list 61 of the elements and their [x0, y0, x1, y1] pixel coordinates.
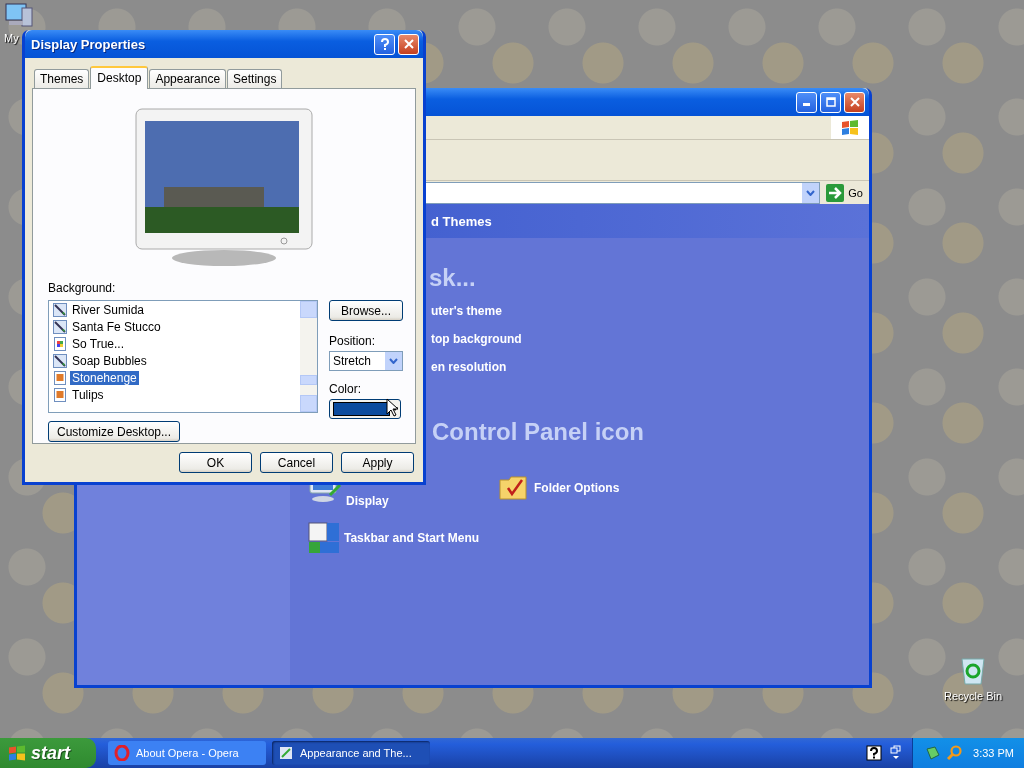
scrollbar[interactable]	[300, 301, 317, 412]
brush-icon	[53, 320, 67, 334]
image-icon	[53, 388, 67, 402]
list-item[interactable]: River Sumida	[70, 303, 147, 317]
position-label: Position:	[329, 334, 377, 348]
close-icon	[403, 39, 414, 49]
background-label: Background:	[48, 281, 117, 295]
customize-desktop-button[interactable]: Customize Desktop...	[48, 421, 180, 442]
go-button[interactable]: Go	[824, 183, 865, 202]
help-button[interactable]	[374, 33, 395, 55]
list-item[interactable]: So True...	[70, 337, 127, 351]
image-icon	[53, 371, 67, 385]
color-picker[interactable]	[329, 399, 401, 419]
browse-button[interactable]: Browse...	[329, 300, 403, 321]
help-icon	[379, 37, 390, 51]
maximize-button[interactable]	[820, 91, 841, 113]
computer-icon	[4, 2, 34, 28]
list-item[interactable]: Santa Fe Stucco	[70, 320, 163, 334]
maximize-icon	[825, 97, 836, 107]
network-icon[interactable]	[925, 745, 942, 761]
task-link[interactable]: uter's theme	[431, 304, 502, 318]
picture-icon	[53, 337, 67, 351]
start-button[interactable]: start	[0, 738, 96, 768]
restore-icon[interactable]	[890, 745, 903, 761]
clock: 3:33 PM	[973, 747, 1014, 759]
cursor-icon	[386, 398, 398, 417]
close-icon	[849, 97, 860, 107]
taskbar-button[interactable]: About Opera - Opera	[108, 741, 266, 765]
dialog-title: Display Properties	[31, 36, 147, 52]
list-item[interactable]: Stonehenge	[70, 371, 139, 385]
dialog-button[interactable]: OK	[179, 452, 252, 473]
task-link[interactable]: en resolution	[431, 360, 507, 374]
brush-icon	[53, 303, 67, 317]
brush-icon	[53, 354, 67, 368]
windows-logo-icon	[841, 119, 859, 136]
control-panel-link[interactable]: Taskbar and Start Menu	[344, 531, 480, 545]
tab[interactable]: Themes	[34, 69, 90, 88]
folder-icon	[498, 474, 530, 502]
minimize-button[interactable]	[796, 91, 817, 113]
recycle-bin-icon	[959, 656, 988, 686]
task-link[interactable]: top background	[431, 332, 522, 346]
opera-logo-icon	[114, 745, 130, 761]
taskbar-button[interactable]: Appearance and The...	[272, 741, 430, 765]
icon-heading: Control Panel icon	[432, 418, 644, 446]
close-button[interactable]	[398, 33, 419, 55]
dialog-button[interactable]: Cancel	[260, 452, 333, 473]
list-item[interactable]: Soap Bubbles	[70, 354, 149, 368]
window-icon	[278, 745, 294, 761]
close-button[interactable]	[844, 91, 865, 113]
color-label: Color:	[329, 382, 362, 396]
dialog-button[interactable]: Apply	[341, 452, 414, 473]
tab[interactable]: Desktop	[90, 66, 149, 89]
tab[interactable]: Appearance	[149, 69, 227, 88]
control-panel-link[interactable]: Folder Options	[534, 481, 620, 495]
taskbar-icon	[308, 522, 340, 554]
task-heading: sk...	[429, 264, 476, 292]
tab[interactable]: Settings	[227, 69, 283, 88]
help-icon[interactable]	[866, 745, 883, 761]
windows-logo-icon	[8, 744, 26, 762]
position-dropdown[interactable]: Stretch	[329, 351, 403, 371]
list-item[interactable]: Tulips	[70, 388, 106, 402]
